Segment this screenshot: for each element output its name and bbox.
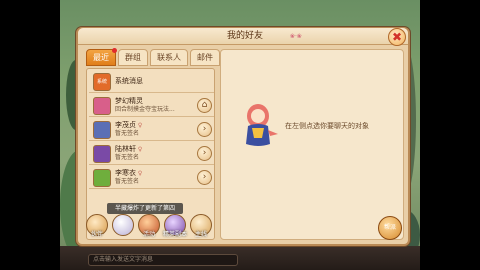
tab-groups[interactable]: 群组 [118, 49, 148, 66]
friend-name: 李寒衣 [115, 169, 136, 177]
friend-name: 李茂贞 [115, 121, 136, 129]
gender-icon: ♀ [136, 146, 143, 153]
avatar [93, 121, 111, 139]
chevron-right-icon[interactable]: › [197, 170, 212, 185]
avatar [93, 97, 111, 115]
list-item[interactable]: 陆林轩 ♀ 暂无签名 › [89, 143, 214, 165]
notice-banner: 半藏爆炸了更新了第四 [107, 203, 183, 214]
chat-input[interactable]: 点击输入发送文字消息 [88, 254, 238, 266]
system-avatar-icon: 系统 [93, 73, 111, 91]
chevron-right-icon[interactable]: › [197, 122, 212, 137]
list-item-signature: 暂无签名 [115, 178, 140, 185]
tab-recent[interactable]: 最近 [86, 48, 117, 66]
select-friend-hint: 在左侧点选你要聊天的对象 [285, 122, 369, 130]
list-item-name: 李茂贞 ♀ [115, 121, 142, 130]
avatar-text: 系统 [96, 79, 107, 85]
gender-icon: ♀ [136, 170, 143, 177]
tab-label: 邮件 [197, 53, 213, 62]
avatar [93, 169, 111, 187]
letterbox-left [0, 0, 60, 270]
list-item-signature: 暂无签名 [115, 130, 140, 137]
list-item-name: 陆林轩 ♀ [115, 145, 142, 154]
tab-mail[interactable]: 邮件 [190, 49, 220, 66]
tab-label: 最近 [93, 53, 109, 62]
tab-label: 联系人 [157, 53, 181, 62]
list-item-name: 李寒衣 ♀ [115, 169, 142, 178]
list-item[interactable]: 梦幻精灵 回合制摸金夺宝玩法... ⌂ [89, 95, 214, 117]
friend-name: 陆林轩 [115, 145, 136, 153]
title-decoration-icon: ❀·❀ [290, 33, 302, 40]
close-button[interactable]: ✖ [388, 28, 406, 46]
page-title: 我的好友 [226, 31, 263, 41]
character-icon[interactable] [112, 214, 134, 236]
guild-button[interactable]: 帮派 [378, 216, 402, 240]
shortcut-label: 主线 [194, 231, 207, 238]
gender-icon: ♀ [136, 122, 143, 129]
list-item-name: 系统消息 [115, 77, 143, 85]
chevron-right-icon[interactable]: › [197, 146, 212, 161]
list-item-name: 梦幻精灵 [115, 97, 143, 105]
list-item[interactable]: 李寒衣 ♀ 暂无签名 › [89, 167, 214, 189]
shortcut-label: 伙伴 [90, 231, 103, 238]
letterbox-right [420, 0, 480, 270]
list-item-signature: 回合制摸金夺宝玩法... [115, 106, 175, 113]
notification-dot-icon [112, 48, 117, 53]
list-item-signature: 暂无签名 [115, 154, 140, 161]
tab-label: 群组 [125, 53, 141, 62]
home-icon[interactable]: ⌂ [197, 98, 212, 113]
tab-bar: 最近 群组 联系人 邮件 [86, 48, 220, 66]
list-item-system-messages[interactable]: 系统 系统消息 [89, 71, 214, 93]
list-item[interactable]: 李茂贞 ♀ 暂无签名 › [89, 119, 214, 141]
tab-contacts[interactable]: 联系人 [150, 49, 188, 66]
avatar [93, 145, 111, 163]
mascot-girl-icon [246, 104, 278, 146]
